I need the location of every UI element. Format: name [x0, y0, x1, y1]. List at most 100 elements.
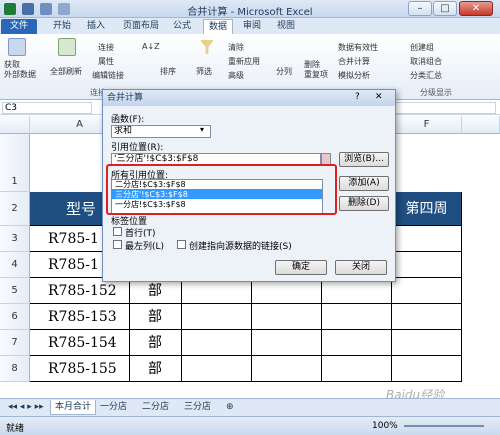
table-cell[interactable]	[252, 304, 322, 330]
table-cell[interactable]	[252, 356, 322, 382]
sheet-tab-store3[interactable]: 三分店	[180, 400, 215, 415]
delete-button[interactable]: 删除(D)	[339, 196, 389, 211]
top-row-label: 首行(T)	[125, 229, 156, 239]
row-header-6[interactable]: 6	[0, 304, 30, 330]
subtotal-button[interactable]: 分类汇总	[410, 70, 442, 81]
table-cell[interactable]	[392, 330, 462, 356]
table-cell[interactable]	[392, 252, 462, 278]
table-cell[interactable]: 部	[130, 304, 182, 330]
edit-links-button[interactable]: 编辑链接	[92, 70, 124, 81]
table-cell[interactable]	[182, 330, 252, 356]
insert-sheet-icon[interactable]: ⊕	[222, 400, 238, 415]
add-button[interactable]: 添加(A)	[339, 176, 389, 191]
table-cell[interactable]	[392, 226, 462, 252]
sheet-tab-total[interactable]: 本月合计	[50, 400, 97, 415]
get-external-data-button[interactable]: 获取 外部数据	[4, 60, 36, 80]
table-cell[interactable]: 部	[130, 356, 182, 382]
tab-review[interactable]: 审阅	[238, 19, 266, 34]
row-header-2[interactable]: 2	[0, 192, 30, 226]
tab-home[interactable]: 开始	[48, 19, 76, 34]
properties-button[interactable]: 属性	[98, 56, 114, 67]
remove-duplicates-button[interactable]: 删除 重复项	[304, 60, 328, 80]
link-source-label: 创建指向源数据的链接(S)	[189, 242, 292, 252]
row-header-1[interactable]: 1	[0, 134, 30, 192]
database-icon	[8, 38, 26, 56]
dialog-help-icon[interactable]: ?	[355, 92, 360, 102]
connections-button[interactable]: 连接	[98, 42, 114, 53]
minimize-button[interactable]: –	[408, 1, 432, 16]
status-ready: 就绪	[6, 424, 25, 434]
sheet-nav-arrows[interactable]: ◂◂ ◂ ▸ ▸▸	[4, 400, 48, 415]
ribbon-tabs: 文件 开始 插入 页面布局 公式 数据 审阅 视图	[0, 18, 500, 34]
table-cell[interactable]	[322, 304, 392, 330]
sheet-tab-bar: ◂◂ ◂ ▸ ▸▸ 本月合计 一分店 二分店 三分店 ⊕	[0, 398, 500, 416]
advanced-button[interactable]: 高级	[228, 70, 244, 81]
clear-button[interactable]: 清除	[228, 42, 244, 53]
table-cell[interactable]	[392, 278, 462, 304]
sheet-tab-store2[interactable]: 二分店	[138, 400, 173, 415]
close-button[interactable]: ✕	[459, 1, 493, 16]
function-select[interactable]: 求和	[111, 125, 211, 138]
chevron-down-icon[interactable]: ▾	[200, 125, 204, 134]
tab-data[interactable]: 数据	[203, 19, 233, 34]
tab-formulas[interactable]: 公式	[168, 19, 196, 34]
tab-page-layout[interactable]: 页面布局	[118, 19, 164, 34]
text-to-columns-button[interactable]: 分列	[276, 66, 292, 77]
reapply-button[interactable]: 重新应用	[228, 56, 260, 67]
consolidate-button[interactable]: 合并计算	[338, 56, 370, 67]
zoom-level[interactable]: 100%	[372, 421, 398, 431]
left-column-label: 最左列(L)	[125, 242, 165, 252]
row-header-5[interactable]: 5	[0, 278, 30, 304]
maximize-button[interactable]: □	[433, 1, 457, 16]
left-column-checkbox[interactable]	[113, 240, 122, 249]
table-cell[interactable]	[252, 330, 322, 356]
top-row-checkbox[interactable]	[113, 227, 122, 236]
table-cell[interactable]	[392, 304, 462, 330]
table-cell[interactable]	[392, 356, 462, 382]
table-cell[interactable]: R785-153	[30, 304, 130, 330]
reference-label: 引用位置(R):	[111, 143, 164, 153]
table-cell[interactable]	[182, 304, 252, 330]
dialog-title: 合并计算	[103, 90, 395, 106]
refresh-icon	[58, 38, 76, 56]
row-header-4[interactable]: 4	[0, 252, 30, 278]
tab-insert[interactable]: 插入	[82, 19, 110, 34]
row-header-3[interactable]: 3	[0, 226, 30, 252]
dialog-close-icon[interactable]: ✕	[375, 92, 383, 102]
what-if-button[interactable]: 模拟分析	[338, 70, 370, 81]
column-header-f[interactable]: F	[392, 116, 462, 134]
data-validation-button[interactable]: 数据有效性	[338, 42, 378, 53]
ungroup-button[interactable]: 取消组合	[410, 56, 442, 67]
refresh-all-button[interactable]: 全部刷新	[50, 66, 82, 77]
corner-cell[interactable]	[0, 116, 30, 134]
sheet-tab-store1[interactable]: 一分店	[96, 400, 131, 415]
filter-button[interactable]: 筛选	[196, 66, 212, 77]
tab-view[interactable]: 视图	[272, 19, 300, 34]
table-cell[interactable]: R785-154	[30, 330, 130, 356]
group-button[interactable]: 创建组	[410, 42, 434, 53]
status-bar: 就绪 100%	[0, 416, 500, 435]
title-bar: 合并计算 - Microsoft Excel – □ ✕	[0, 0, 500, 18]
ok-button[interactable]: 确定	[275, 260, 327, 275]
close-dialog-button[interactable]: 关闭	[335, 260, 387, 275]
highlight-box	[106, 164, 337, 215]
row-header-7[interactable]: 7	[0, 330, 30, 356]
sort-button[interactable]: 排序	[160, 66, 176, 77]
outline-group-label: 分级显示	[420, 88, 452, 97]
table-cell[interactable]: 部	[130, 330, 182, 356]
zoom-slider[interactable]	[404, 425, 484, 427]
name-box[interactable]: C3	[2, 102, 92, 114]
table-cell[interactable]	[182, 356, 252, 382]
table-cell[interactable]	[322, 356, 392, 382]
header-cell-week4[interactable]: 第四周	[392, 192, 462, 226]
filter-icon	[200, 40, 214, 54]
table-cell[interactable]	[322, 330, 392, 356]
link-source-checkbox[interactable]	[177, 240, 186, 249]
sort-az-button[interactable]: A↓Z	[142, 42, 160, 51]
tab-file[interactable]: 文件	[1, 19, 37, 34]
column-header-g[interactable]	[462, 116, 500, 134]
browse-button[interactable]: 浏览(B)...	[339, 152, 389, 167]
row-header-8[interactable]: 8	[0, 356, 30, 382]
function-label: 函数(F):	[111, 115, 145, 125]
table-cell[interactable]: R785-155	[30, 356, 130, 382]
